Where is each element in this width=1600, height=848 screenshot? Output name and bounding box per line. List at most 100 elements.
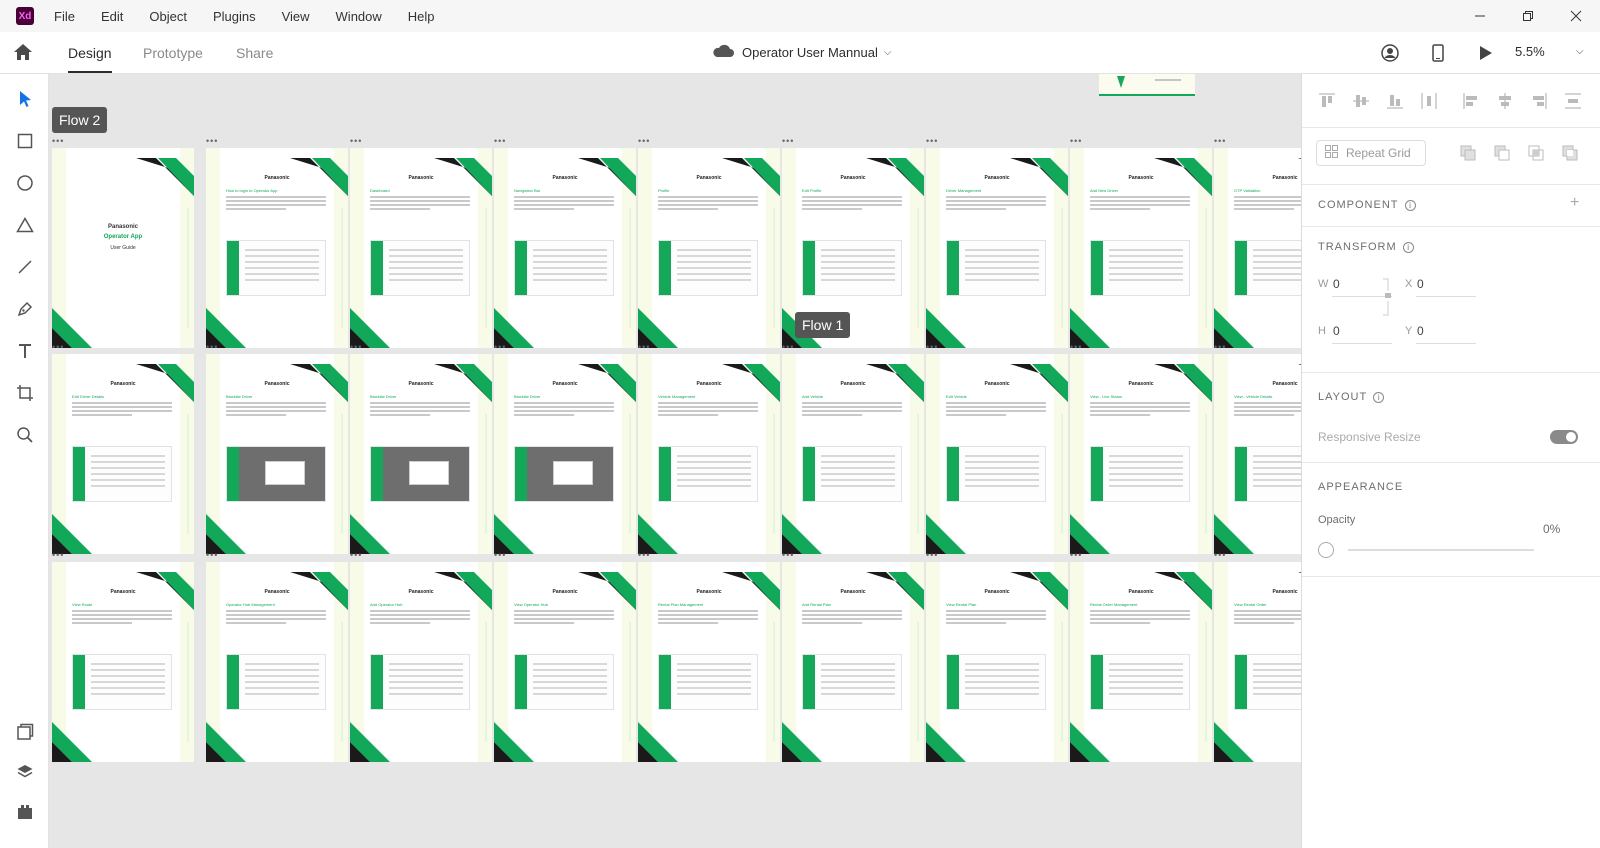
artboard-dots-icon[interactable]: ••• — [494, 550, 506, 560]
pen-tool-icon[interactable] — [13, 297, 37, 321]
artboard[interactable]: Panasonic Edit Vehicle — [926, 354, 1068, 554]
menu-object[interactable]: Object — [149, 9, 187, 24]
artboard-dots-icon[interactable]: ••• — [206, 550, 218, 560]
artboard[interactable]: Panasonic Navigation Bar — [494, 148, 636, 348]
artboard[interactable]: Panasonic Profile — [638, 148, 780, 348]
zoom-tool-icon[interactable] — [13, 423, 37, 447]
artboard[interactable]: Panasonic Add Operator Hub — [350, 562, 492, 762]
x-field[interactable]: 0 — [1417, 277, 1424, 291]
artboard-dots-icon[interactable]: ••• — [350, 342, 362, 352]
artboard[interactable]: Panasonic Rental Plan Management — [638, 562, 780, 762]
menu-help[interactable]: Help — [408, 9, 435, 24]
user-icon[interactable] — [1380, 43, 1400, 63]
menu-file[interactable]: File — [54, 9, 75, 24]
assets-icon[interactable] — [13, 720, 37, 744]
artboard[interactable]: Panasonic Vehicle Management — [638, 354, 780, 554]
artboard[interactable]: Panasonic Add Vehicle — [782, 354, 924, 554]
close-icon[interactable] — [1552, 0, 1600, 32]
artboard-dots-icon[interactable]: ••• — [52, 136, 64, 146]
width-field[interactable]: 0 — [1333, 277, 1340, 291]
artboard[interactable]: Panasonic View Rental Order — [1214, 562, 1301, 762]
line-tool-icon[interactable] — [13, 255, 37, 279]
info-icon[interactable]: i — [1404, 199, 1416, 211]
artboard[interactable]: Panasonic View Route — [52, 562, 194, 762]
responsive-resize-toggle[interactable] — [1550, 430, 1578, 444]
artboard-dots-icon[interactable]: ••• — [206, 342, 218, 352]
artboard-dots-icon[interactable]: ••• — [638, 342, 650, 352]
boolean-subtract-icon[interactable] — [1494, 145, 1512, 163]
select-tool-icon[interactable] — [13, 87, 37, 111]
artboard[interactable]: Panasonic Edit Driver Details — [52, 354, 194, 554]
menu-view[interactable]: View — [282, 9, 310, 24]
artboard-dots-icon[interactable]: ••• — [1070, 136, 1082, 146]
opacity-slider-track[interactable] — [1348, 549, 1534, 551]
minimize-icon[interactable] — [1456, 0, 1504, 32]
artboard[interactable]: Panasonic Blacklist Driver — [206, 354, 348, 554]
artboard-dots-icon[interactable]: ••• — [494, 342, 506, 352]
artboard[interactable]: Panasonic View - Vehicle Details — [1214, 354, 1301, 554]
menu-plugins[interactable]: Plugins — [213, 9, 256, 24]
info-icon[interactable]: i — [1402, 241, 1414, 253]
play-icon[interactable] — [1476, 43, 1496, 63]
align-bottom-icon[interactable] — [1386, 92, 1404, 110]
artboard[interactable]: Panasonic View - Live Status — [1070, 354, 1212, 554]
y-field[interactable]: 0 — [1417, 324, 1424, 338]
boolean-add-icon[interactable] — [1460, 145, 1478, 163]
polygon-tool-icon[interactable] — [13, 213, 37, 237]
artboard[interactable]: Panasonic How to login to Operator App — [206, 148, 348, 348]
tab-design[interactable]: Design — [68, 45, 112, 73]
artboard-dots-icon[interactable]: ••• — [638, 136, 650, 146]
distribute-vertical-icon[interactable] — [1564, 92, 1582, 110]
add-component-icon[interactable]: + — [1570, 194, 1579, 212]
zoom-chevron-icon[interactable]: ⌵ — [1576, 46, 1584, 57]
artboard-dots-icon[interactable]: ••• — [52, 550, 64, 560]
artboard[interactable]: Panasonic Dashboard — [350, 148, 492, 348]
artboard-dots-icon[interactable]: ••• — [1070, 342, 1082, 352]
ellipse-tool-icon[interactable] — [13, 171, 37, 195]
artboard[interactable]: Panasonic Blacklist Driver — [350, 354, 492, 554]
artboard-dots-icon[interactable]: ••• — [1214, 136, 1226, 146]
artboard-dots-icon[interactable]: ••• — [638, 550, 650, 560]
mobile-preview-icon[interactable] — [1428, 43, 1448, 63]
artboard-dots-icon[interactable]: ••• — [926, 550, 938, 560]
artboard-thumbnail-partial[interactable] — [1099, 74, 1195, 96]
artboard[interactable]: Panasonic View Operator Hub — [494, 562, 636, 762]
design-canvas[interactable]: Flow 2 ••• Panasonic Operator App User Guid… — [49, 74, 1301, 848]
artboard-dots-icon[interactable]: ••• — [1214, 550, 1226, 560]
artboard[interactable]: Panasonic Operator Hub Management — [206, 562, 348, 762]
artboard-dots-icon[interactable]: ••• — [782, 136, 794, 146]
rectangle-tool-icon[interactable] — [13, 129, 37, 153]
artboard-dots-icon[interactable]: ••• — [926, 136, 938, 146]
artboard-dots-icon[interactable]: ••• — [782, 550, 794, 560]
document-title-dropdown[interactable]: Operator User Mannual ⌵ — [712, 44, 891, 61]
flow-label-flow-1[interactable]: Flow 1 — [795, 312, 851, 338]
layers-icon[interactable] — [13, 760, 37, 784]
artboard[interactable]: Panasonic Add Rental Plan — [782, 562, 924, 762]
home-icon[interactable] — [12, 42, 36, 64]
artboard[interactable]: Panasonic Operator App User Guide — [52, 148, 194, 348]
artboard[interactable]: Panasonic Add New Driver — [1070, 148, 1212, 348]
tab-prototype[interactable]: Prototype — [143, 45, 203, 61]
distribute-horizontal-icon[interactable] — [1420, 92, 1438, 110]
artboard-dots-icon[interactable]: ••• — [494, 136, 506, 146]
align-right-icon[interactable] — [1530, 92, 1548, 110]
artboard-tool-icon[interactable] — [13, 381, 37, 405]
lock-aspect-icon[interactable] — [1382, 277, 1394, 322]
artboard-dots-icon[interactable]: ••• — [1214, 342, 1226, 352]
tab-share[interactable]: Share — [236, 45, 273, 61]
opacity-value[interactable]: 0% — [1543, 522, 1560, 536]
repeat-grid-button[interactable]: Repeat Grid — [1316, 140, 1426, 166]
artboard[interactable]: Panasonic View Rental Plan — [926, 562, 1068, 762]
artboard[interactable]: Panasonic Driver Management — [926, 148, 1068, 348]
align-top-icon[interactable] — [1318, 92, 1336, 110]
boolean-exclude-icon[interactable] — [1562, 145, 1580, 163]
artboard-dots-icon[interactable]: ••• — [206, 136, 218, 146]
artboard-dots-icon[interactable]: ••• — [350, 136, 362, 146]
artboard-dots-icon[interactable]: ••• — [782, 342, 794, 352]
restore-icon[interactable] — [1504, 0, 1552, 32]
plugins-icon[interactable] — [13, 800, 37, 824]
zoom-level[interactable]: 5.5% — [1515, 44, 1545, 59]
height-field[interactable]: 0 — [1333, 324, 1340, 338]
artboard[interactable]: Panasonic Rental Order Management — [1070, 562, 1212, 762]
flow-label-flow-2[interactable]: Flow 2 — [52, 107, 108, 133]
